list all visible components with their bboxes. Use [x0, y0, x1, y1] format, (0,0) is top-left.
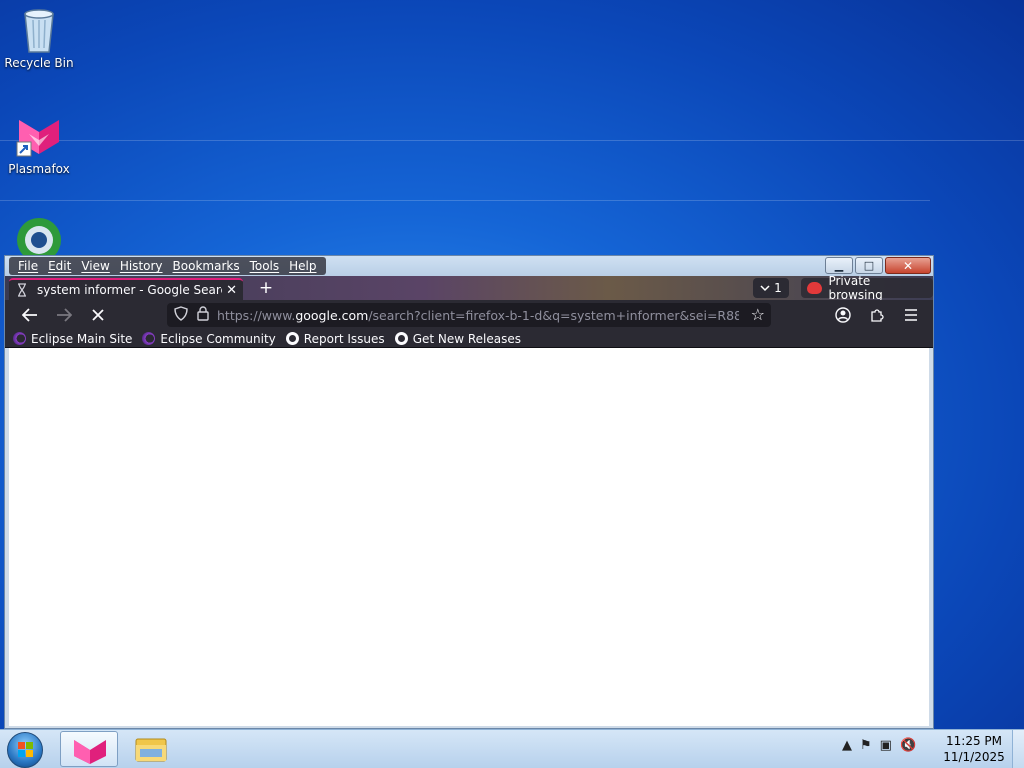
- taskbar-clock[interactable]: 11:25 PM 11/1/2025: [938, 733, 1010, 765]
- url-prefix: https://www.: [217, 307, 296, 323]
- taskbar-plasmafox[interactable]: [60, 731, 118, 767]
- minimize-button[interactable]: ▁: [825, 257, 853, 274]
- network-icon[interactable]: ▣: [880, 738, 892, 753]
- app-menu-button[interactable]: [897, 302, 925, 328]
- desktop-icon-label: Plasmafox: [8, 162, 70, 176]
- hourglass-loading-icon: [15, 283, 29, 297]
- tab-list-button[interactable]: 1: [753, 278, 789, 298]
- menu-history[interactable]: History: [115, 257, 168, 275]
- maximize-button[interactable]: □: [855, 257, 883, 274]
- url-host: google.com: [295, 307, 369, 323]
- url-path: /search?client=firefox-b-1-d&q=system+in…: [368, 307, 739, 323]
- menu-view[interactable]: View: [76, 257, 114, 275]
- forward-button[interactable]: [49, 302, 79, 328]
- clock-time: 11:25 PM: [946, 734, 1002, 748]
- close-icon: ✕: [902, 258, 914, 273]
- eclipse-icon: [13, 332, 26, 345]
- bookmark-eclipse-community[interactable]: Eclipse Community: [142, 331, 276, 346]
- github-icon: [285, 332, 299, 345]
- eclipse-icon: [142, 332, 156, 345]
- volume-muted-icon[interactable]: 🔇: [900, 738, 916, 753]
- extensions-button[interactable]: [863, 302, 891, 328]
- bookmark-report-issues[interactable]: Report Issues: [285, 331, 385, 346]
- chevron-down-icon: [760, 281, 770, 295]
- bookmark-label: Eclipse Main Site: [31, 331, 133, 346]
- taskbar-file-explorer[interactable]: [122, 731, 180, 767]
- url-bar[interactable]: https://www.google.com/search?client=fir…: [167, 303, 771, 327]
- plasmafox-icon: [74, 740, 106, 764]
- account-button[interactable]: [829, 302, 857, 328]
- taskbar: ▲ ⚑ ▣ 🔇 11:25 PM 11/1/2025: [0, 729, 1024, 768]
- system-tray: ▲ ⚑ ▣ 🔇: [842, 738, 916, 753]
- window-titlebar[interactable]: File Edit View History Bookmarks Tools H…: [5, 256, 933, 276]
- plasmafox-icon: [15, 112, 63, 160]
- maximize-icon: □: [863, 259, 875, 272]
- recycle-bin-icon: [15, 6, 63, 54]
- desktop-streak: [0, 200, 930, 201]
- bookmark-eclipse-main-site[interactable]: Eclipse Main Site: [13, 332, 132, 346]
- private-browsing-indicator: Private browsing: [801, 274, 933, 302]
- bookmark-get-new-releases[interactable]: Get New Releases: [394, 331, 522, 346]
- url-text[interactable]: https://www.google.com/search?client=fir…: [217, 308, 739, 323]
- action-center-flag-icon[interactable]: ⚑: [860, 738, 872, 753]
- windows-logo-icon: [18, 742, 34, 758]
- private-browsing-label: Private browsing: [828, 274, 883, 302]
- toolbar-right: [829, 302, 925, 328]
- shield-icon[interactable]: [173, 305, 189, 325]
- show-hidden-icons-chevron-icon[interactable]: ▲: [842, 738, 852, 753]
- desktop-icon-recycle-bin[interactable]: Recycle Bin: [0, 6, 78, 70]
- hamburger-menu-icon: [905, 309, 917, 321]
- arrow-left-icon: [22, 308, 37, 322]
- tab-count: 1: [774, 281, 782, 295]
- menu-file[interactable]: File: [13, 257, 43, 275]
- bookmark-star-icon[interactable]: ☆: [751, 305, 765, 324]
- minimize-icon: ▁: [834, 259, 844, 272]
- tab-strip: system informer - Google Searc ✕ + 1 Pri…: [5, 274, 933, 302]
- menu-tools[interactable]: Tools: [245, 257, 285, 275]
- puzzle-icon: [871, 309, 884, 322]
- arrow-right-icon: [57, 308, 72, 322]
- account-icon: [835, 307, 851, 323]
- stop-loading-button[interactable]: [83, 302, 113, 328]
- back-button[interactable]: [15, 302, 45, 328]
- folder-icon: [135, 738, 167, 762]
- browser-window: File Edit View History Bookmarks Tools H…: [4, 255, 934, 729]
- bookmark-label: Eclipse Community: [160, 331, 276, 346]
- bookmark-label: Get New Releases: [412, 331, 522, 346]
- new-tab-button[interactable]: +: [255, 279, 277, 299]
- show-desktop-button[interactable]: [1012, 730, 1024, 768]
- github-icon: [394, 332, 408, 345]
- bookmarks-toolbar: Eclipse Main Site Eclipse Community Repo…: [5, 330, 933, 348]
- clock-date: 11/1/2025: [943, 750, 1005, 764]
- private-mask-icon: [807, 282, 823, 294]
- start-button[interactable]: [7, 732, 43, 768]
- caption-buttons: ▁ □ ✕: [825, 257, 931, 274]
- desktop-streak: [0, 140, 1024, 141]
- tab-active[interactable]: system informer - Google Searc ✕: [9, 278, 243, 300]
- menu-help[interactable]: Help: [284, 257, 321, 275]
- tab-close-icon[interactable]: ✕: [226, 283, 237, 298]
- menu-bookmarks[interactable]: Bookmarks: [168, 257, 245, 275]
- menu-bar: File Edit View History Bookmarks Tools H…: [9, 257, 326, 275]
- page-content-area[interactable]: [9, 348, 929, 726]
- menu-edit[interactable]: Edit: [43, 257, 76, 275]
- navigation-toolbar: https://www.google.com/search?client=fir…: [5, 300, 933, 330]
- desktop-icon-label: Recycle Bin: [4, 56, 74, 70]
- stop-x-icon: [92, 309, 104, 321]
- lock-icon[interactable]: [195, 305, 211, 325]
- desktop-icon-plasmafox[interactable]: Plasmafox: [0, 112, 78, 176]
- bookmark-label: Report Issues: [303, 331, 385, 346]
- close-window-button[interactable]: ✕: [885, 257, 931, 274]
- tab-title: system informer - Google Searc: [37, 283, 223, 297]
